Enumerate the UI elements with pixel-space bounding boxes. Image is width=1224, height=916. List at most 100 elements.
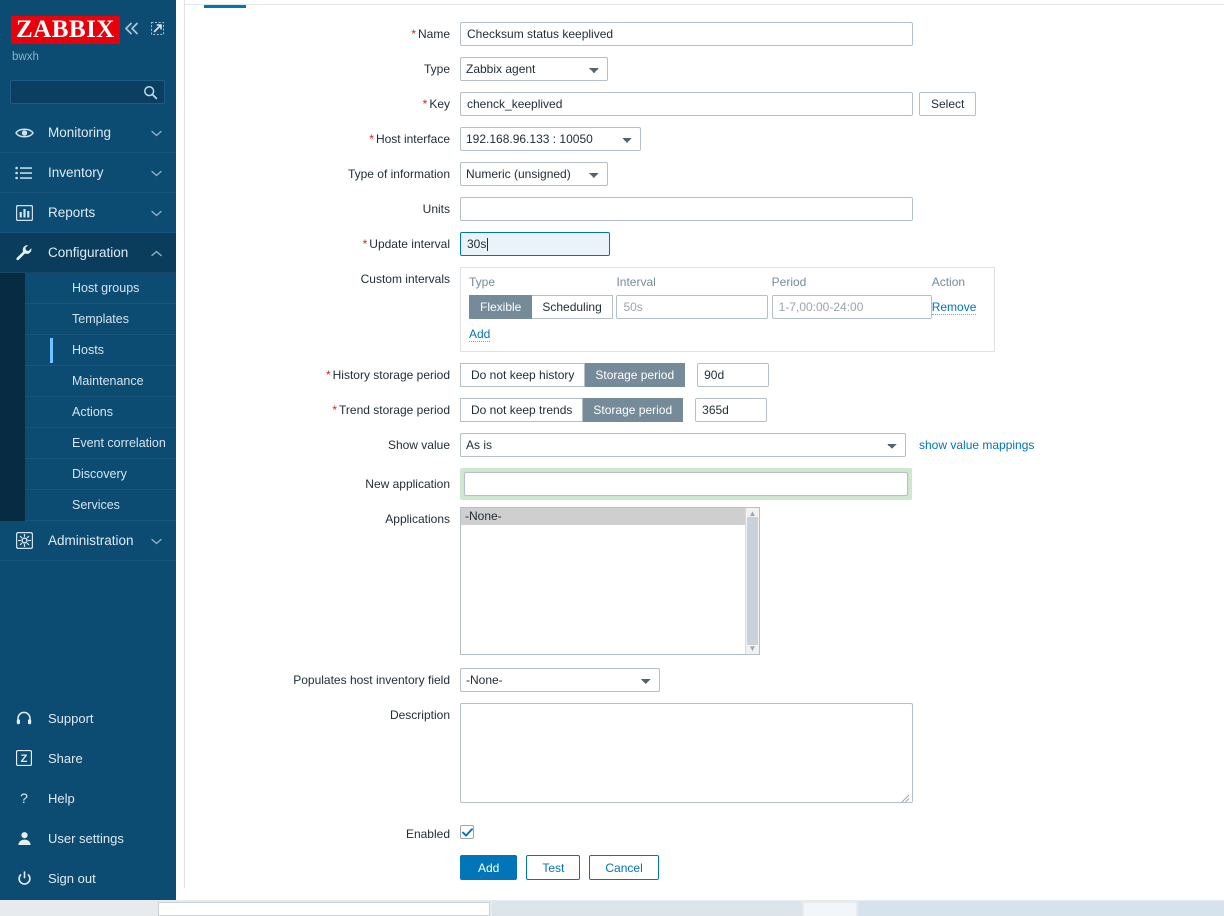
label-text: New application (365, 477, 450, 491)
taskbar-window-2[interactable] (492, 901, 802, 916)
sidebar-subitem-host-groups[interactable]: Host groups (25, 273, 176, 304)
custom-interval-row: Flexible Scheduling Remov (469, 295, 986, 319)
show-value-label: Show value (185, 433, 460, 452)
sidebar-subitem-maintenance[interactable]: Maintenance (25, 366, 176, 397)
scheduling-toggle-button[interactable]: Scheduling (532, 295, 613, 319)
update-interval-value: 30s (467, 237, 487, 251)
cancel-button[interactable]: Cancel (589, 855, 659, 880)
sidebar-subitem-discovery[interactable]: Discovery (25, 459, 176, 490)
sidebar-bottom-menu: Support Z Share ? Help User settings Sig… (0, 698, 176, 898)
new-application-label: New application (185, 468, 460, 491)
custom-intervals-table: Type Interval Period Action Flexible Sch… (460, 267, 995, 352)
scroll-down-arrow-icon[interactable]: ▼ (748, 644, 757, 653)
custom-period-input[interactable] (771, 295, 932, 319)
sidebar-item-support[interactable]: Support (0, 698, 176, 738)
units-input[interactable] (460, 197, 913, 221)
flexible-toggle-button[interactable]: Flexible (469, 295, 533, 319)
sidebar-item-help[interactable]: ? Help (0, 778, 176, 818)
key-input[interactable] (460, 92, 913, 116)
history-storage-period-input[interactable] (697, 363, 770, 387)
sidebar-item-label: Sign out (48, 870, 96, 886)
sidebar-subitem-templates[interactable]: Templates (25, 304, 176, 335)
label-text: Applications (385, 512, 450, 526)
field-row-name: * Name (185, 22, 1224, 46)
sidebar-item-user-settings[interactable]: User settings (0, 818, 176, 858)
test-button[interactable]: Test (526, 855, 581, 880)
header-interval: Interval (616, 275, 656, 289)
expand-icon[interactable] (151, 22, 164, 35)
chevron-double-left-icon[interactable] (123, 22, 140, 35)
sidebar-item-inventory[interactable]: Inventory (0, 153, 176, 193)
content-area: *Name Type Zabbix agent (184, 0, 1224, 897)
taskbar-window-3[interactable] (804, 903, 856, 916)
new-application-highlight (460, 468, 912, 500)
key-label: * Key (185, 92, 460, 111)
new-application-input[interactable] (464, 472, 908, 496)
history-storage-period-button[interactable]: Storage period (585, 363, 686, 387)
header-type: Type (469, 275, 496, 289)
active-tab-indicator[interactable] (204, 5, 246, 8)
add-button[interactable]: Add (460, 855, 518, 880)
sidebar-navigation: Monitoring Inventory Reports Configurati… (0, 113, 176, 561)
taskbar-window-4[interactable] (858, 901, 1224, 916)
interval-value-cell (616, 295, 771, 319)
key-select-button[interactable]: Select (919, 92, 977, 116)
type-label: Type (185, 57, 460, 76)
sidebar-item-reports[interactable]: Reports (0, 193, 176, 233)
sidebar-search[interactable] (10, 80, 165, 104)
required-marker: * (422, 97, 428, 111)
show-value-select[interactable]: As is (460, 433, 906, 457)
type-select[interactable]: Zabbix agent (460, 57, 608, 81)
chevron-down-icon (151, 165, 162, 180)
sidebar-item-share[interactable]: Z Share (0, 738, 176, 778)
taskbar-window-1[interactable] (158, 902, 490, 916)
field-row-key: *Key Select (185, 92, 1224, 116)
add-interval-link[interactable]: Add (469, 328, 491, 342)
history-storage-toggle: Do not keep history Storage period (460, 363, 686, 387)
applications-option-none[interactable]: -None- (461, 508, 746, 525)
sidebar-item-label: Share (48, 750, 83, 766)
checkmark-icon (461, 827, 473, 837)
update-interval-input[interactable]: 30s (460, 232, 610, 256)
applications-listbox[interactable]: -None- ▲ ▼ (460, 507, 760, 655)
enabled-checkbox[interactable] (460, 825, 474, 839)
type-of-information-select[interactable]: Numeric (unsigned) (460, 162, 608, 186)
description-textarea[interactable] (460, 703, 913, 803)
sidebar-item-configuration[interactable]: Configuration (0, 233, 176, 273)
sidebar-subitem-services[interactable]: Services (25, 490, 176, 521)
description-wrapper (460, 703, 913, 806)
sidebar-item-sign-out[interactable]: Sign out (0, 858, 176, 898)
sidebar-subitem-actions[interactable]: Actions (25, 397, 176, 428)
populates-host-inventory-select[interactable]: -None- (460, 668, 660, 692)
name-input[interactable] (460, 22, 913, 46)
host-interface-select[interactable]: 192.168.96.133 : 10050 (460, 127, 641, 151)
show-value-mappings-link[interactable]: show value mappings (919, 438, 1034, 452)
label-text: Description (389, 708, 450, 722)
sidebar-item-administration[interactable]: Administration (0, 521, 176, 561)
scrollbar-thumb[interactable] (747, 517, 758, 645)
field-row-enabled: Enabled (185, 825, 1224, 841)
do-not-keep-history-button[interactable]: Do not keep history (460, 363, 586, 387)
sidebar-item-label: Help (48, 790, 75, 806)
search-input[interactable] (11, 81, 137, 103)
chevron-down-icon (151, 125, 162, 140)
header-action: Action (931, 275, 966, 289)
sidebar-subitem-hosts[interactable]: Hosts (25, 335, 176, 366)
sidebar-item-label: Configuration (48, 245, 129, 260)
applications-scrollbar[interactable]: ▲ ▼ (745, 508, 759, 654)
label-text: Type of information (347, 167, 450, 181)
custom-interval-input[interactable] (616, 295, 769, 319)
zabbix-logo-text: ZABBIX (16, 16, 115, 43)
sidebar-item-label: User settings (48, 830, 124, 846)
do-not-keep-trends-button[interactable]: Do not keep trends (460, 398, 584, 422)
sidebar-item-monitoring[interactable]: Monitoring (0, 113, 176, 153)
trend-storage-period-input[interactable] (695, 398, 768, 422)
label-text: Update interval (369, 237, 450, 251)
remove-interval-link[interactable]: Remove (931, 300, 977, 315)
search-icon[interactable] (143, 85, 158, 103)
sidebar-subitem-event-correlation[interactable]: Event correlation (25, 428, 176, 459)
field-row-type: Type Zabbix agent (185, 57, 1224, 81)
trend-storage-period-button[interactable]: Storage period (583, 398, 684, 422)
sidebar-subitem-label: Host groups (72, 281, 140, 295)
custom-intervals-label: Custom intervals (185, 267, 460, 286)
